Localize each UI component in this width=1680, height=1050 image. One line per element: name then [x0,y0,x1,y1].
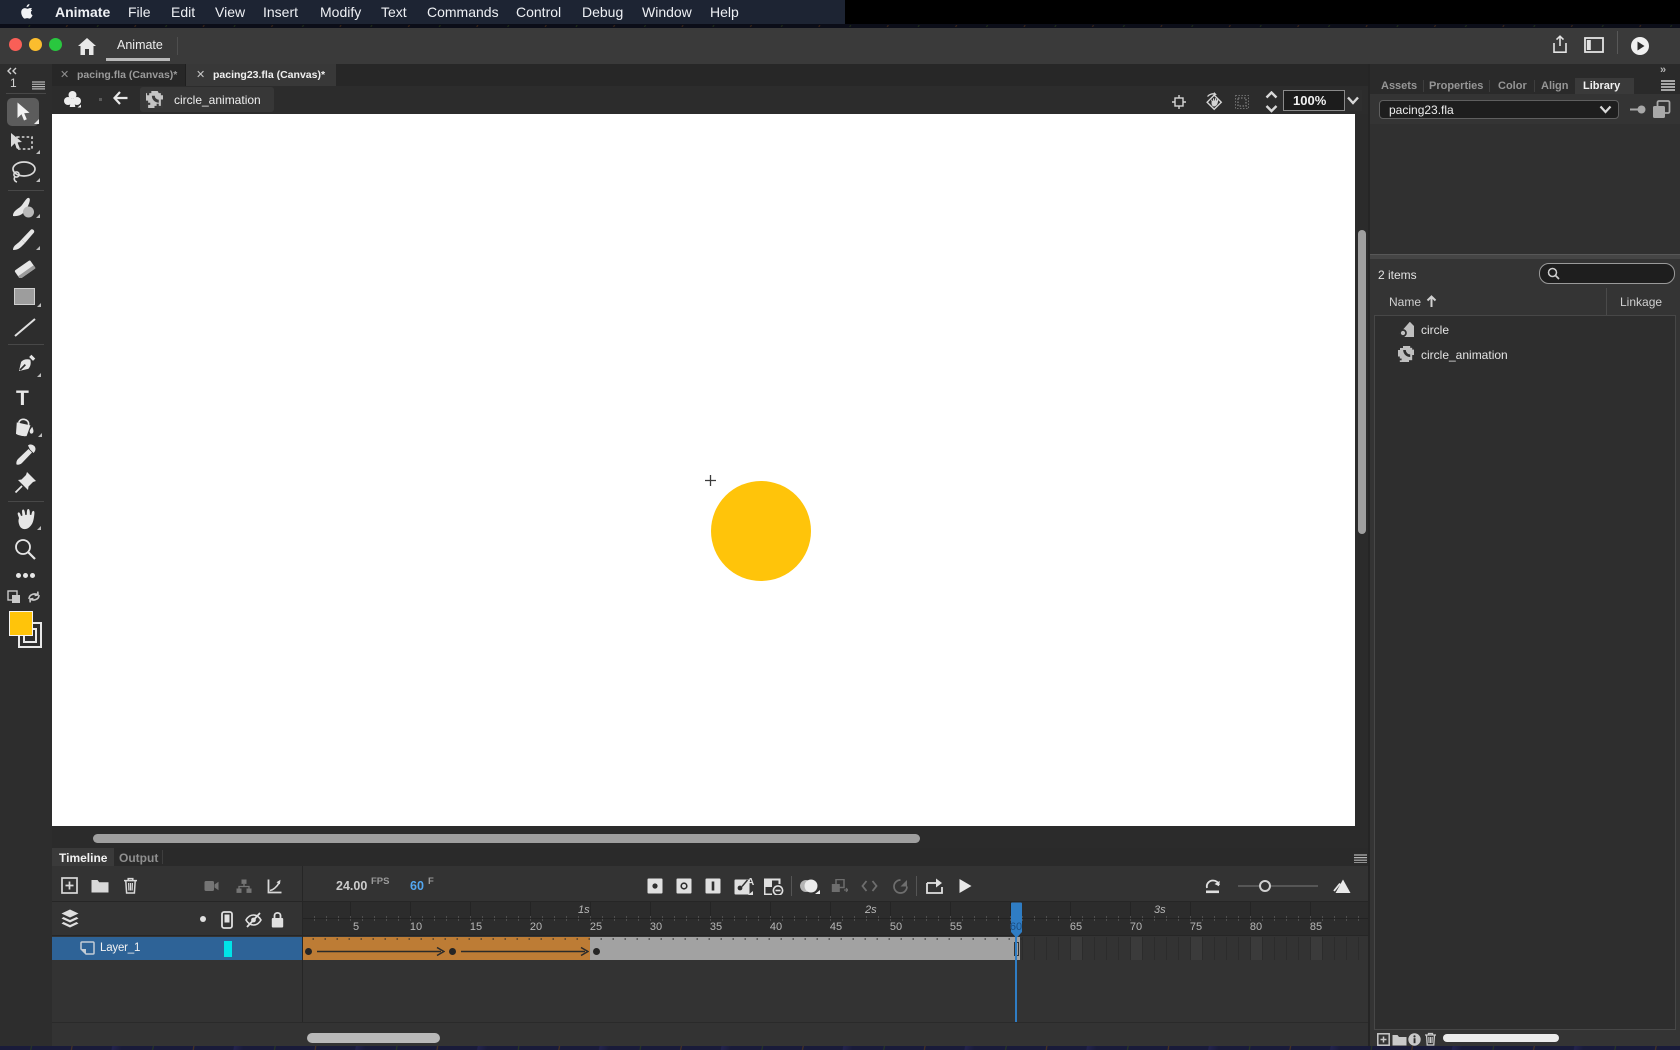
svg-text:A: A [747,877,754,888]
